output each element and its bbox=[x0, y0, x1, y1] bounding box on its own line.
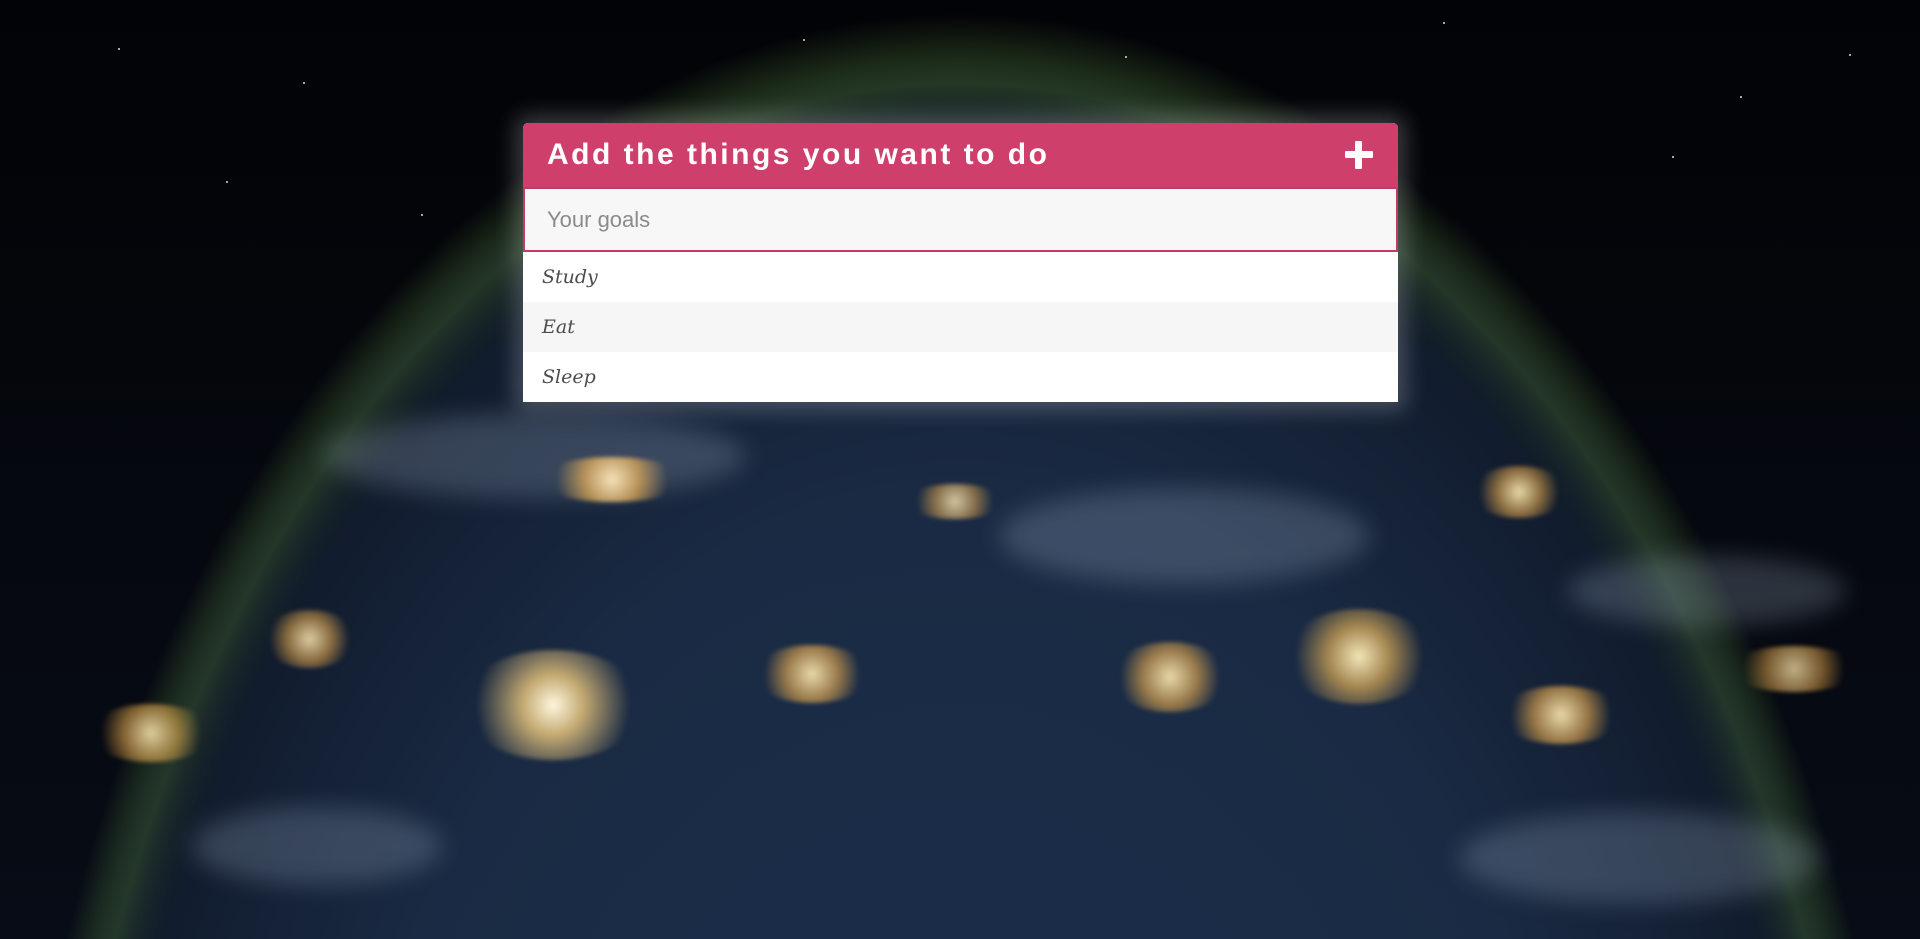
goal-item-label: Study bbox=[542, 266, 598, 288]
cloud-band bbox=[1000, 488, 1370, 584]
star bbox=[226, 181, 228, 183]
star bbox=[1740, 96, 1742, 98]
city-lights bbox=[1728, 646, 1860, 692]
city-lights bbox=[88, 704, 214, 762]
star bbox=[1672, 156, 1674, 158]
city-lights bbox=[752, 645, 872, 703]
star bbox=[803, 39, 805, 41]
cloud-band bbox=[1568, 556, 1846, 626]
star bbox=[303, 82, 305, 84]
cloud-band bbox=[192, 807, 442, 885]
city-lights bbox=[262, 610, 357, 668]
todo-card: Add the things you want to do Study Eat … bbox=[523, 123, 1398, 402]
city-lights bbox=[905, 484, 1005, 519]
cloud-band bbox=[1460, 812, 1820, 904]
goal-item-sleep[interactable]: Sleep bbox=[523, 352, 1398, 402]
star bbox=[1849, 54, 1851, 56]
cloud-band bbox=[324, 414, 746, 498]
goal-list: Study Eat Sleep bbox=[523, 252, 1398, 402]
city-lights bbox=[1110, 642, 1230, 712]
star bbox=[1443, 22, 1445, 24]
todo-title: Add the things you want to do bbox=[547, 138, 1050, 171]
goal-input-container bbox=[523, 187, 1398, 252]
goal-input[interactable] bbox=[547, 206, 1376, 233]
city-lights bbox=[1284, 609, 1434, 704]
goal-item-study[interactable]: Study bbox=[523, 252, 1398, 302]
city-lights bbox=[1470, 466, 1568, 518]
city-lights bbox=[461, 650, 645, 760]
star bbox=[118, 48, 120, 50]
plus-icon[interactable] bbox=[1345, 141, 1373, 169]
goal-item-label: Eat bbox=[542, 316, 575, 338]
city-lights bbox=[538, 457, 686, 502]
goal-item-label: Sleep bbox=[542, 366, 596, 388]
star bbox=[421, 214, 423, 216]
city-lights bbox=[1498, 686, 1624, 744]
star bbox=[1125, 56, 1127, 58]
goal-item-eat[interactable]: Eat bbox=[523, 302, 1398, 352]
todo-header: Add the things you want to do bbox=[523, 123, 1398, 187]
